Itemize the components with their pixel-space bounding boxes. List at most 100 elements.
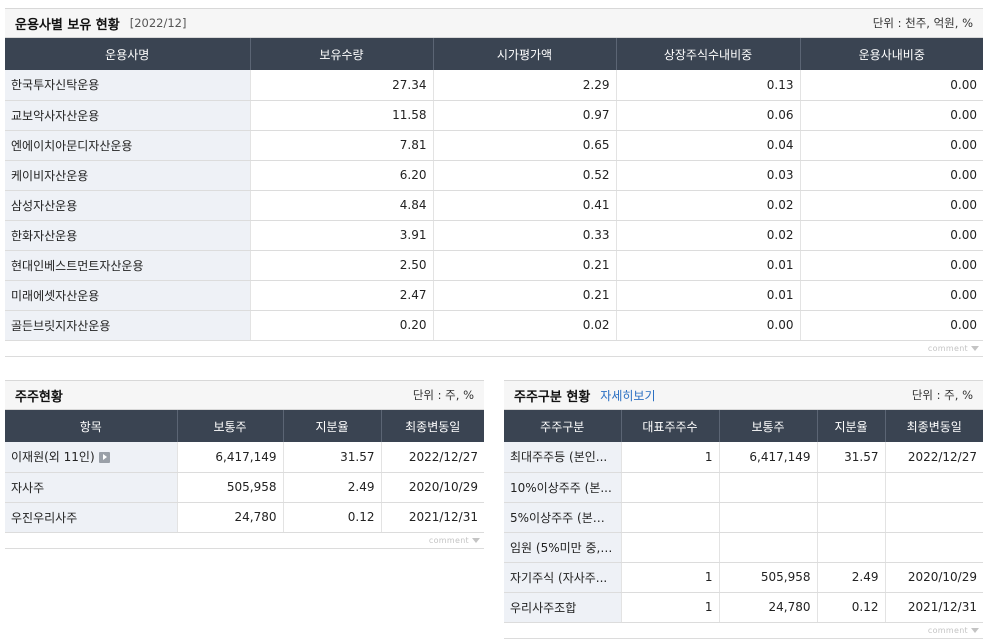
classification-row: 자기주식 (자사주... 1 505,958 2.49 2020/10/29 <box>504 562 983 593</box>
col-manager: 운용사명 <box>5 38 251 70</box>
holdings-comment-toggle[interactable]: comment <box>5 341 983 357</box>
row-label: 10%이상주주 (본... <box>510 480 612 495</box>
table-cell: 0.52 <box>433 160 617 191</box>
table-cell: 한화자산운용 <box>5 220 251 251</box>
classification-unit: 단위 : 주, % <box>911 388 973 402</box>
col-common-stock: 보통주 <box>719 410 818 442</box>
table-cell <box>719 502 818 533</box>
col-last-change-date: 최종변동일 <box>885 410 983 442</box>
table-cell: 0.21 <box>433 250 617 281</box>
classification-header: 주주구분 현황 자세히보기 단위 : 주, % <box>504 380 983 410</box>
row-label: 현대인베스트먼트자산운용 <box>11 258 144 273</box>
row-label: 케이비자산운용 <box>11 168 89 183</box>
table-cell: 0.97 <box>433 100 617 131</box>
col-share-ratio: 지분율 <box>817 410 886 442</box>
holdings-row: 한화자산운용 3.91 0.33 0.02 0.00 <box>5 220 983 251</box>
col-listed-share-ratio: 상장주식수내비중 <box>616 38 801 70</box>
holdings-date: [2022/12] <box>129 16 187 30</box>
row-label: 엔에이치아문디자산운용 <box>11 138 133 153</box>
holdings-row: 삼성자산운용 4.84 0.41 0.02 0.00 <box>5 190 983 221</box>
details-link[interactable]: 자세히보기 <box>600 387 655 404</box>
cell-value: 6,417,149 <box>215 449 277 464</box>
table-cell: 한국투자신탁운용 <box>5 70 251 101</box>
cell-value: 0.03 <box>766 168 794 182</box>
cell-value: 2022/12/27 <box>907 449 977 464</box>
table-cell: 0.06 <box>616 100 801 131</box>
table-cell: 6,417,149 <box>719 442 818 473</box>
cell-value: 7.81 <box>399 138 427 152</box>
table-cell: 1 <box>621 442 720 473</box>
table-cell: 케이비자산운용 <box>5 160 251 191</box>
table-cell: 0.65 <box>433 130 617 161</box>
cell-value: 6.20 <box>399 168 427 182</box>
table-cell: 6.20 <box>250 160 434 191</box>
table-cell: 2.50 <box>250 250 434 281</box>
table-cell <box>817 472 886 503</box>
row-label: 이재원(외 11인) <box>11 450 95 465</box>
cell-value: 0.06 <box>766 108 794 122</box>
expand-arrow-icon[interactable] <box>98 452 110 464</box>
cell-value: 0.02 <box>766 228 794 242</box>
cell-value: 2.47 <box>399 288 427 302</box>
table-cell: 최대주주등 (본인... <box>504 442 622 473</box>
table-cell: 0.00 <box>800 70 983 101</box>
holdings-row: 한국투자신탁운용 27.34 2.29 0.13 0.00 <box>5 70 983 101</box>
col-market-value: 시가평가액 <box>433 38 617 70</box>
table-cell <box>885 532 983 563</box>
table-cell: 2020/10/29 <box>885 562 983 593</box>
cell-value: 0.00 <box>950 108 977 122</box>
table-cell: 1 <box>621 592 720 623</box>
cell-value: 0.02 <box>582 318 610 332</box>
table-cell: 0.00 <box>800 160 983 191</box>
cell-value: 0.00 <box>950 198 977 212</box>
cell-value: 2.49 <box>347 480 375 494</box>
table-cell: 24,780 <box>177 502 284 533</box>
shareholders-comment-label: comment <box>428 535 469 545</box>
holdings-header: 운용사별 보유 현황 [2022/12] 단위 : 천주, 억원, % <box>5 8 983 38</box>
table-cell: 27.34 <box>250 70 434 101</box>
cell-value: 0.13 <box>766 77 794 92</box>
cell-value: 0.33 <box>582 228 610 242</box>
row-label: 한화자산운용 <box>11 228 78 243</box>
holdings-unit: 단위 : 천주, 억원, % <box>872 16 973 30</box>
table-cell: 2.49 <box>817 562 886 593</box>
cell-value: 0.00 <box>950 168 977 182</box>
cell-value: 0.12 <box>851 600 879 614</box>
table-cell: 31.57 <box>283 442 382 473</box>
shareholders-comment-toggle[interactable]: comment <box>5 533 484 549</box>
holdings-table: 운용사명 보유수량 시가평가액 상장주식수내비중 운용사내비중 한국투자신탁운용… <box>5 38 983 341</box>
cell-value: 24,780 <box>768 600 811 614</box>
holdings-row: 케이비자산운용 6.20 0.52 0.03 0.00 <box>5 160 983 191</box>
cell-value: 27.34 <box>392 77 427 92</box>
holdings-title: 운용사별 보유 현황 <box>15 17 120 33</box>
table-cell: 0.00 <box>800 280 983 311</box>
row-label: 임원 (5%미만 중, ... <box>510 540 616 555</box>
col-shareholder-type: 주주구분 <box>504 410 622 442</box>
table-cell: 505,958 <box>177 472 284 503</box>
cell-value: 11.58 <box>392 108 427 122</box>
shareholders-header: 주주현황 단위 : 주, % <box>5 380 484 410</box>
classification-comment-label: comment <box>927 625 968 635</box>
table-cell: 0.02 <box>616 190 801 221</box>
cell-value: 0.00 <box>950 318 977 332</box>
col-share-ratio: 지분율 <box>283 410 382 442</box>
classification-comment-toggle[interactable]: comment <box>504 623 983 639</box>
shareholders-table: 항목 보통주 지분율 최종변동일 이재원(외 11인) 6,417,149 31.5… <box>5 410 484 533</box>
table-cell: 10%이상주주 (본... <box>504 472 622 503</box>
table-cell: 0.20 <box>250 310 434 341</box>
cell-value: 1 <box>704 449 713 464</box>
shareholders-panel: 주주현황 단위 : 주, % 항목 보통주 지분율 최종변동일 이재원(외 11… <box>5 380 484 549</box>
col-common-stock: 보통주 <box>177 410 284 442</box>
col-last-change-date: 최종변동일 <box>381 410 484 442</box>
table-cell <box>817 502 886 533</box>
col-quantity: 보유수량 <box>250 38 434 70</box>
table-cell: 미래에셋자산운용 <box>5 280 251 311</box>
cell-value: 2.50 <box>399 258 427 272</box>
table-cell: 2022/12/27 <box>885 442 983 473</box>
table-cell <box>719 472 818 503</box>
table-cell: 0.21 <box>433 280 617 311</box>
cell-value: 0.00 <box>766 318 794 332</box>
table-cell: 0.13 <box>616 70 801 101</box>
table-cell <box>621 532 720 563</box>
table-cell: 골든브릿지자산운용 <box>5 310 251 341</box>
